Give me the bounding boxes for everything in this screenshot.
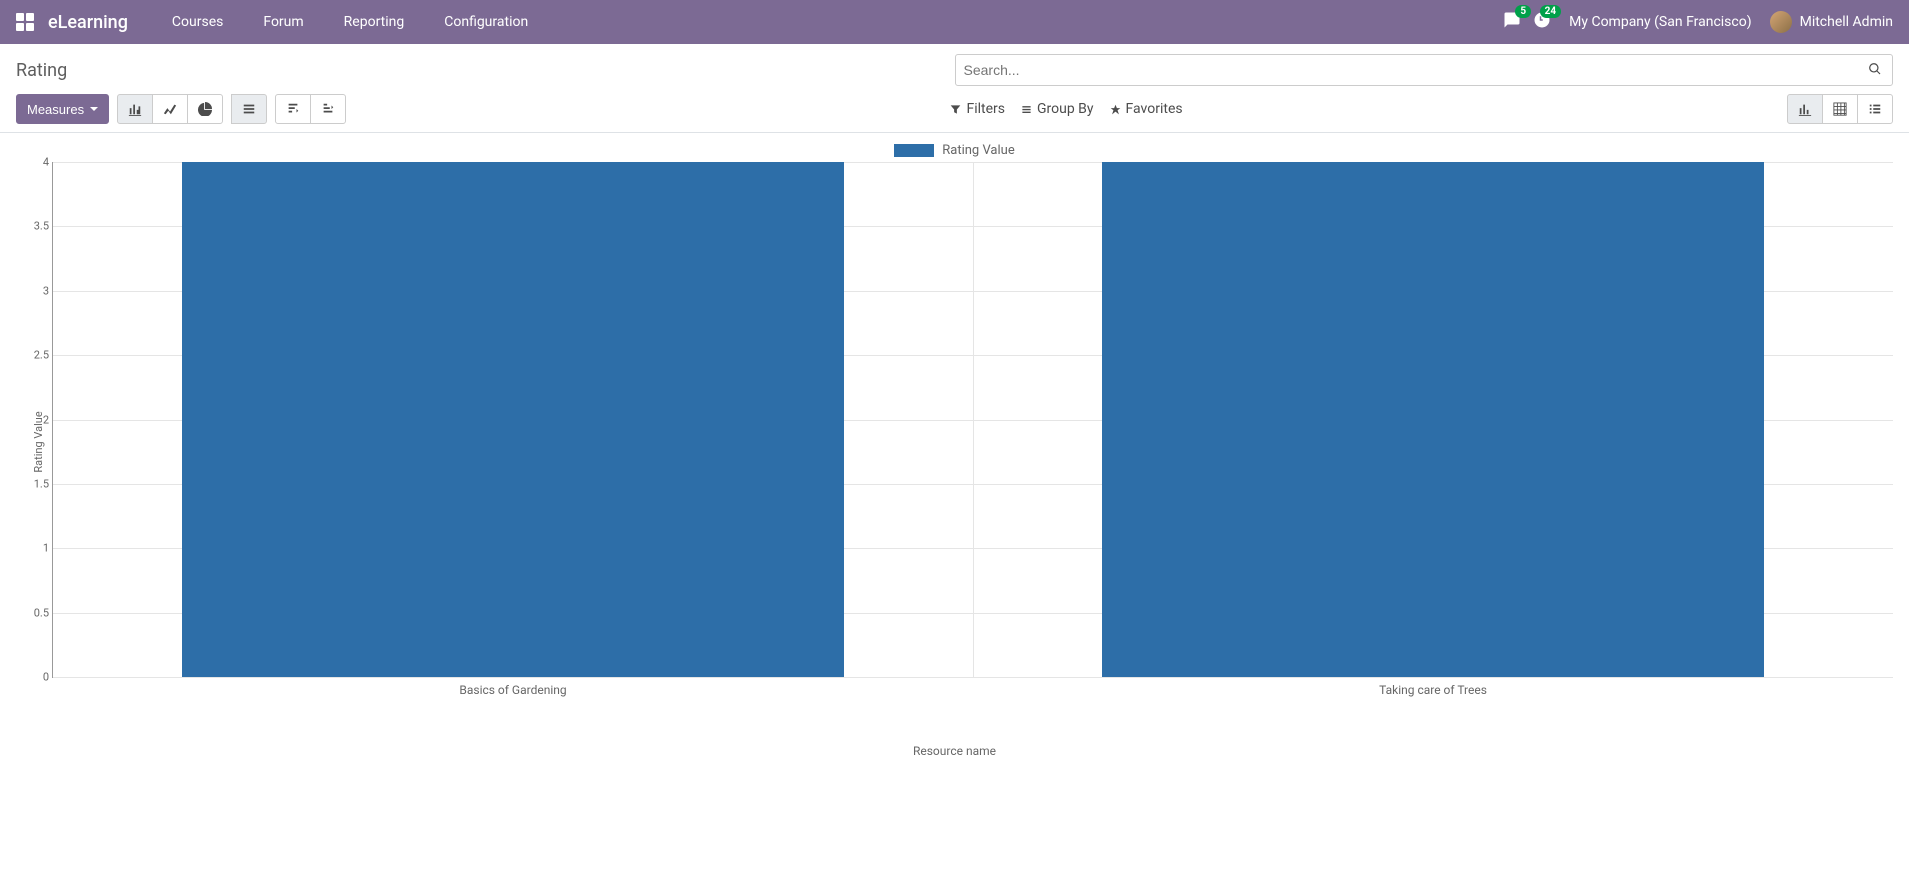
search-bar <box>955 54 1894 86</box>
sort-group <box>275 94 346 124</box>
y-tick: 3 <box>23 284 49 297</box>
y-tick: 0.5 <box>23 606 49 619</box>
gridline <box>53 677 1893 678</box>
sort-desc-icon <box>286 102 300 116</box>
bar-chart-button[interactable] <box>117 94 153 124</box>
chart-legend: Rating Value <box>0 143 1909 158</box>
star-icon <box>1110 104 1121 115</box>
y-tick: 1 <box>23 542 49 555</box>
company-switcher[interactable]: My Company (San Francisco) <box>1569 14 1751 30</box>
group-by-button[interactable]: Group By <box>1021 101 1094 117</box>
group-icon <box>1021 104 1032 115</box>
nav-courses[interactable]: Courses <box>156 14 239 30</box>
y-tick: 4 <box>23 156 49 169</box>
sort-asc-button[interactable] <box>310 94 346 124</box>
stack-icon <box>242 102 256 116</box>
x-tick: Basics of Gardening <box>459 683 566 697</box>
search-icon <box>1868 62 1882 76</box>
view-switcher <box>1787 94 1893 124</box>
pie-chart-button[interactable] <box>187 94 223 124</box>
y-tick: 2.5 <box>23 349 49 362</box>
y-tick: 0 <box>23 671 49 684</box>
filter-icon <box>950 104 961 115</box>
activities-button[interactable]: 24 <box>1533 11 1551 33</box>
pivot-icon <box>1833 102 1847 116</box>
y-tick: 1.5 <box>23 477 49 490</box>
legend-swatch <box>894 144 934 157</box>
toolbar-left: Measures <box>16 94 346 124</box>
pivot-view-button[interactable] <box>1822 94 1858 124</box>
list-icon <box>1868 102 1882 116</box>
sort-desc-button[interactable] <box>275 94 311 124</box>
messages-count: 5 <box>1515 5 1531 18</box>
systray: 5 24 <box>1503 11 1551 33</box>
search-button[interactable] <box>1858 62 1892 79</box>
gridline <box>973 162 974 677</box>
list-view-button[interactable] <box>1857 94 1893 124</box>
y-tick: 2 <box>23 413 49 426</box>
pie-chart-icon <box>198 102 212 116</box>
favorites-button[interactable]: Favorites <box>1110 101 1183 117</box>
legend-label: Rating Value <box>942 143 1014 158</box>
x-axis-label: Resource name <box>0 744 1909 758</box>
user-name: Mitchell Admin <box>1800 14 1893 30</box>
page-title: Rating <box>16 60 67 81</box>
stacked-button[interactable] <box>231 94 267 124</box>
brand[interactable]: eLearning <box>48 12 128 33</box>
line-chart-icon <box>163 102 177 116</box>
graph-icon <box>1798 102 1812 116</box>
search-options: Filters Group By Favorites <box>950 101 1182 117</box>
line-chart-button[interactable] <box>152 94 188 124</box>
filters-button[interactable]: Filters <box>950 101 1005 117</box>
measures-button[interactable]: Measures <box>16 94 109 124</box>
nav-reporting[interactable]: Reporting <box>328 14 421 30</box>
grid-area: 00.511.522.533.54Basics of GardeningTaki… <box>52 162 1893 678</box>
bar-chart-icon <box>128 102 142 116</box>
apps-icon[interactable] <box>16 13 34 31</box>
navbar-right: 5 24 My Company (San Francisco) Mitchell… <box>1503 11 1893 33</box>
avatar <box>1770 11 1792 33</box>
user-menu[interactable]: Mitchell Admin <box>1770 11 1893 33</box>
chart-bar[interactable] <box>1102 162 1764 677</box>
navbar-left: eLearning Courses Forum Reporting Config… <box>16 12 544 33</box>
chart-type-group <box>117 94 223 124</box>
nav-configuration[interactable]: Configuration <box>428 14 544 30</box>
y-tick: 3.5 <box>23 220 49 233</box>
sort-asc-icon <box>321 102 335 116</box>
activities-count: 24 <box>1540 5 1561 18</box>
x-tick: Taking care of Trees <box>1379 683 1487 697</box>
navbar: eLearning Courses Forum Reporting Config… <box>0 0 1909 44</box>
stacking-group <box>231 94 267 124</box>
nav-forum[interactable]: Forum <box>247 14 319 30</box>
control-panel: Rating Measures Filters Group By Fa <box>0 44 1909 133</box>
chart-area: Rating Value Rating Value 00.511.522.533… <box>0 133 1909 768</box>
graph-view-button[interactable] <box>1787 94 1823 124</box>
messages-button[interactable]: 5 <box>1503 11 1521 33</box>
chart-plot: Rating Value 00.511.522.533.54Basics of … <box>20 162 1893 722</box>
search-input[interactable] <box>956 62 1859 78</box>
chart-bar[interactable] <box>182 162 844 677</box>
